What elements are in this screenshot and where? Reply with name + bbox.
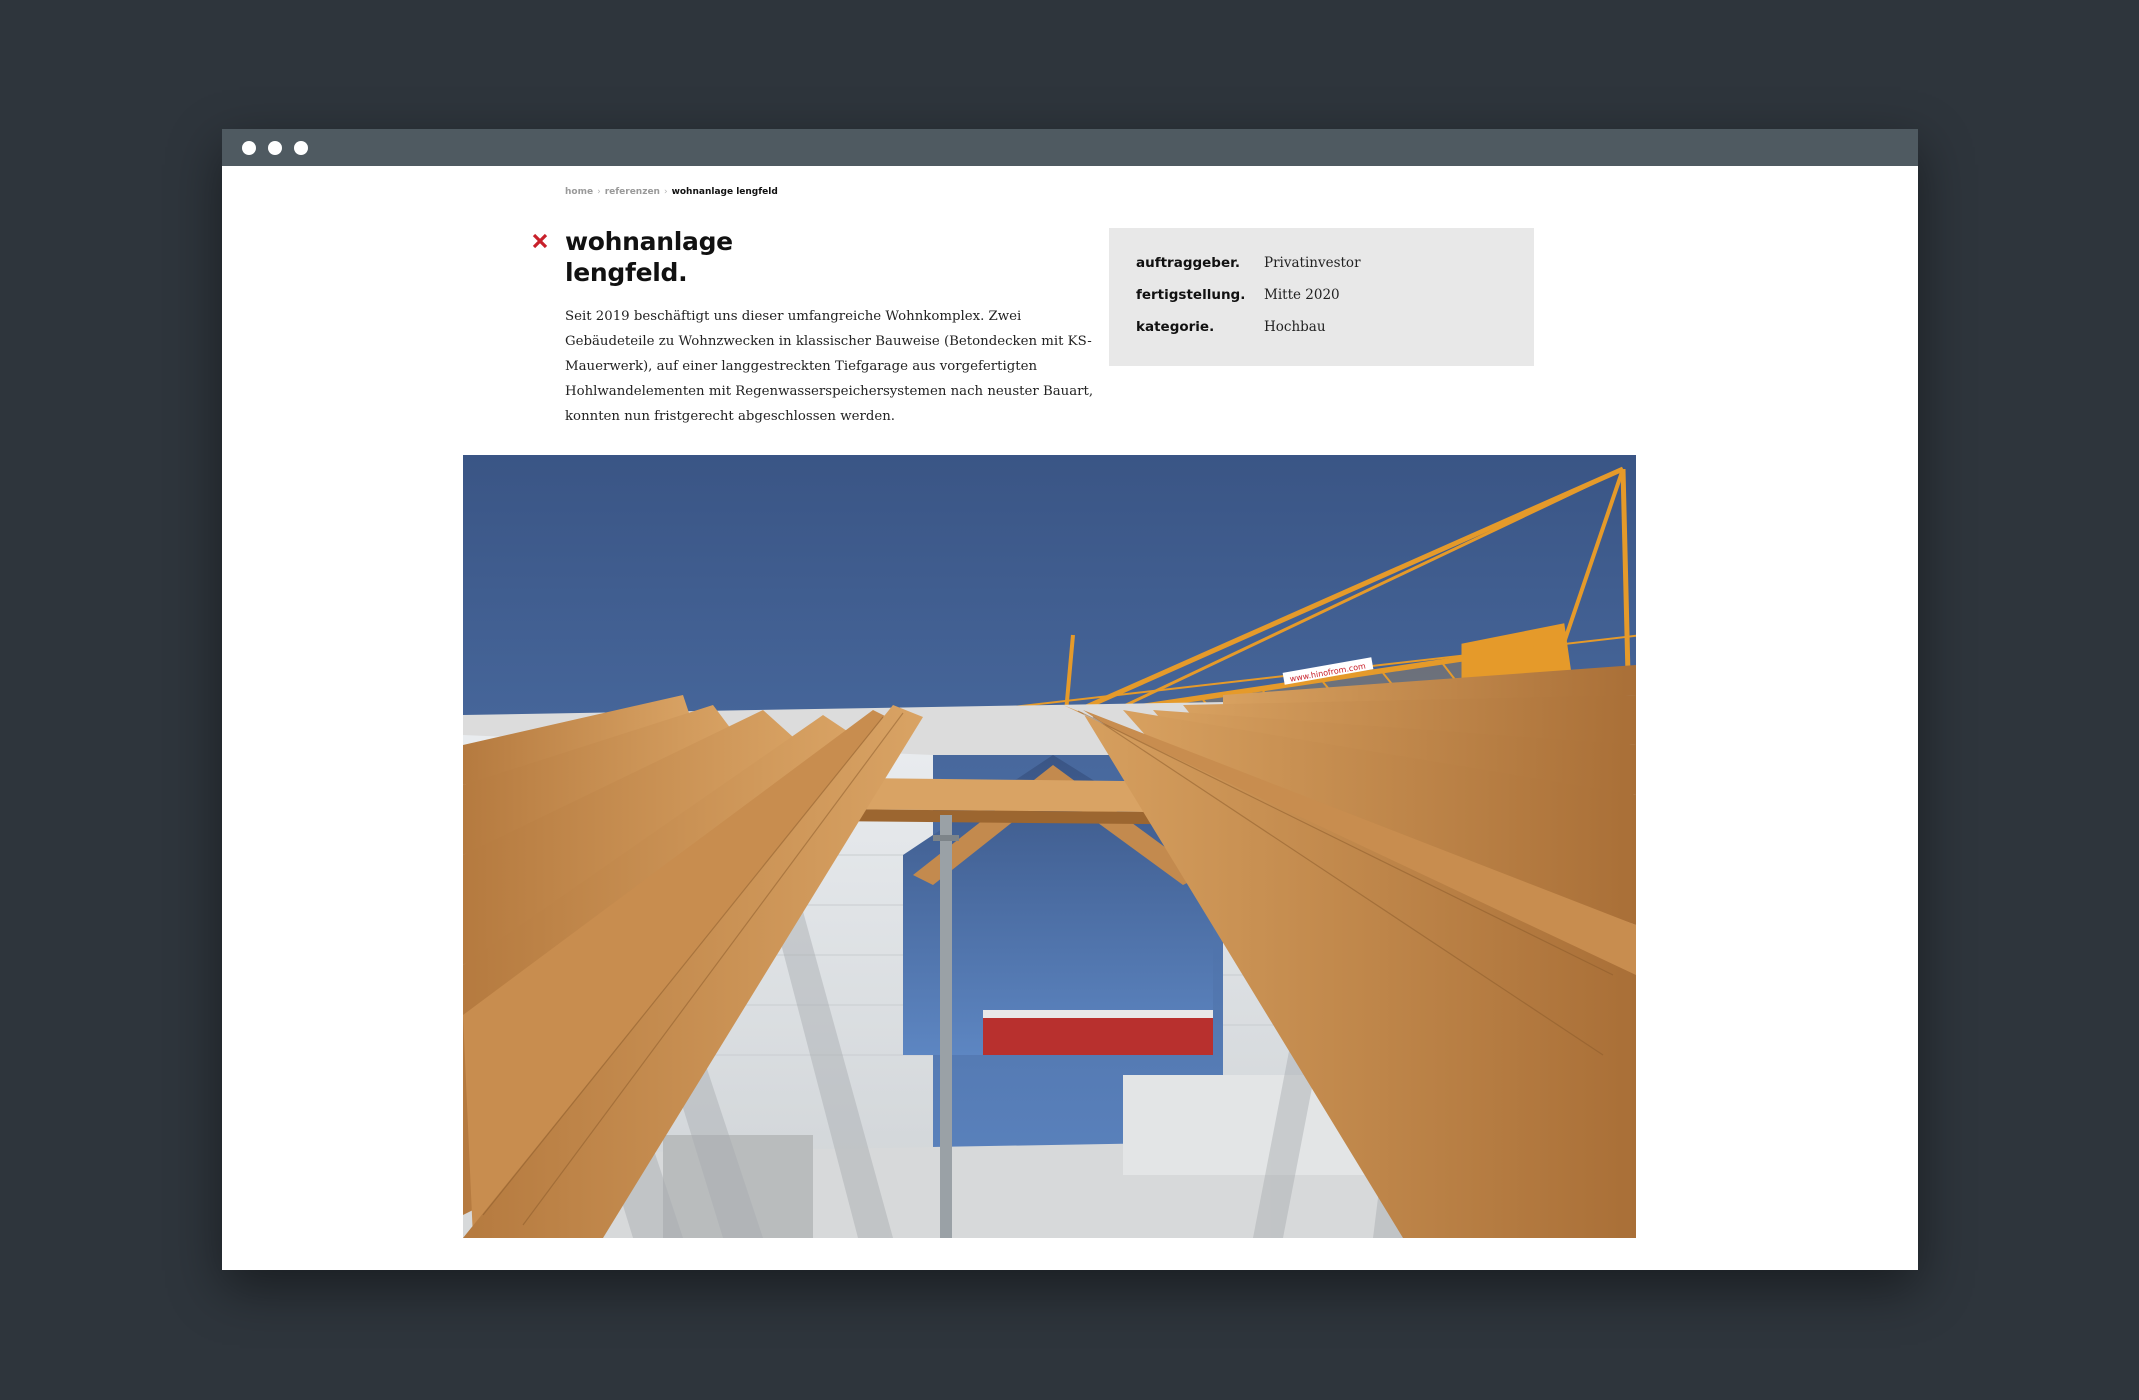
window-control-maximize[interactable] xyxy=(294,141,308,155)
project-photo: www.hinofrom.com xyxy=(463,455,1636,1238)
info-value: Privatinvestor xyxy=(1264,255,1361,271)
close-x-icon xyxy=(532,233,548,249)
info-row-fertigstellung: fertigstellung. Mitte 2020 xyxy=(1136,285,1516,305)
info-row-kategorie: kategorie. Hochbau xyxy=(1136,317,1516,337)
page-title-line-1: wohnanlage xyxy=(565,227,733,256)
info-label: fertigstellung. xyxy=(1136,287,1246,303)
breadcrumb-separator: › xyxy=(663,187,668,197)
page-title-line-2: lengfeld. xyxy=(565,258,688,287)
breadcrumb-home-link[interactable]: home xyxy=(565,187,593,197)
breadcrumb-separator: › xyxy=(597,187,601,197)
info-row-auftraggeber: auftraggeber. Privatinvestor xyxy=(1136,253,1516,273)
project-description: Seit 2019 beschäftigt uns dieser umfangr… xyxy=(565,309,1094,424)
breadcrumb: home › referenzen › wohnanlage lengfeld xyxy=(565,187,778,197)
info-value: Mitte 2020 xyxy=(1264,287,1340,303)
project-info-box: auftraggeber. Privatinvestor fertigstell… xyxy=(1109,228,1534,366)
info-label: auftraggeber. xyxy=(1136,255,1240,271)
window-control-minimize[interactable] xyxy=(268,141,282,155)
window-control-close[interactable] xyxy=(242,141,256,155)
window-titlebar xyxy=(222,129,1918,166)
browser-window: home › referenzen › wohnanlage lengfeld wohn… xyxy=(222,129,1918,1270)
breadcrumb-current: wohnanlage lengfeld xyxy=(671,187,778,197)
info-label: kategorie. xyxy=(1136,319,1215,335)
page-title: wohnanlage lengfeld. xyxy=(565,226,733,288)
info-value: Hochbau xyxy=(1264,319,1326,335)
breadcrumb-referenzen-link[interactable]: referenzen xyxy=(605,187,660,197)
